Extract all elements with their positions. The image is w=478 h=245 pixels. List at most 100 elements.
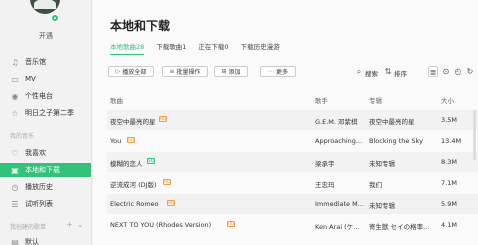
list-view-icon[interactable]: ≣ bbox=[428, 66, 438, 77]
radio-icon: ◉ bbox=[11, 91, 19, 101]
song-artist[interactable]: Ken Arai (ケ... bbox=[315, 221, 359, 231]
nav-item-trial-list[interactable]: ☰ 试听列表 bbox=[0, 197, 91, 211]
song-artist[interactable]: 梁承宇 bbox=[315, 158, 335, 168]
add-label: 添加 bbox=[228, 69, 241, 76]
song-title: 模糊的恋人 bbox=[110, 160, 143, 168]
sort-icon[interactable]: ⇅ bbox=[383, 66, 393, 77]
nav-item-favorites[interactable]: ♡ 我喜欢 bbox=[0, 146, 91, 160]
nav-item-radio[interactable]: ◉ 个性电台 bbox=[0, 89, 91, 103]
folder-icon: ▤ bbox=[11, 237, 19, 245]
song-title: You bbox=[110, 137, 122, 145]
play-all-button[interactable]: ▷ 播放全部 bbox=[108, 66, 154, 77]
song-title: NEXT TO YOU (Rhodes Version) bbox=[110, 221, 212, 229]
target-icon[interactable]: ⊙ bbox=[441, 66, 451, 77]
username[interactable]: 开遇 bbox=[0, 31, 92, 41]
file-size: 7.1M bbox=[441, 179, 457, 187]
tab-local-songs[interactable]: 本地歌曲28 bbox=[110, 41, 145, 55]
file-size: 3.5M bbox=[441, 116, 457, 124]
star-icon: ☆ bbox=[11, 108, 19, 118]
music-hall-icon: ♫ bbox=[11, 57, 19, 67]
quality-badge-icon: HQ bbox=[163, 179, 171, 185]
song-artist[interactable]: 王忠玛 bbox=[315, 179, 335, 189]
nav-item-label: 默认 bbox=[25, 238, 39, 245]
nav-item-label: 播放历史 bbox=[25, 183, 53, 191]
plus-icon: ⊞ bbox=[221, 68, 227, 75]
section-label-created: 我创建的歌单 bbox=[10, 224, 47, 231]
song-artist[interactable]: Approaching... bbox=[315, 137, 362, 145]
nav-item-label: MV bbox=[25, 75, 36, 83]
quality-badge-icon: HQ bbox=[227, 221, 235, 227]
scrollbar[interactable] bbox=[473, 110, 476, 160]
quality-badge-icon: SQ bbox=[147, 158, 155, 164]
table-header: 歌曲 歌手 专辑 大小 bbox=[107, 94, 478, 106]
list-icon: ☰ bbox=[11, 199, 19, 209]
heart-icon: ♡ bbox=[11, 148, 19, 158]
main-panel: 本地和下载 本地歌曲28 下载歌曲1 正在下载0 下载历史漫游 ▷ 播放全部 ≡… bbox=[93, 0, 478, 245]
refresh-icon[interactable]: ↻ bbox=[465, 66, 475, 77]
search-icon[interactable]: ⌕ bbox=[354, 66, 364, 77]
sort-label[interactable]: 排序 bbox=[394, 68, 407, 78]
play-icon: ▷ bbox=[115, 68, 121, 75]
batch-label: 批量操作 bbox=[176, 69, 201, 76]
tab-downloaded-songs[interactable]: 下载歌曲1 bbox=[156, 41, 186, 51]
table-row[interactable]: You HQ Approaching... Blocking the Sky 1… bbox=[107, 131, 478, 151]
nav-item-show[interactable]: ☆ 明日之子第二季 bbox=[0, 106, 91, 120]
table-row[interactable]: 模糊的恋人 SQ 梁承宇 未知专辑 8.3M bbox=[107, 152, 478, 172]
download-icon: ▣ bbox=[11, 165, 19, 175]
section-label-my-music: 我的音乐 bbox=[10, 133, 35, 140]
more-icon: ⋯ bbox=[267, 68, 274, 75]
batch-operation-button[interactable]: ≡ 批量操作 bbox=[162, 66, 208, 77]
song-artist[interactable]: G.E.M. 邓紫棋 bbox=[315, 116, 358, 126]
nav-item-label: 音乐馆 bbox=[25, 58, 46, 66]
quality-badge-icon: HQ bbox=[159, 116, 167, 122]
song-album[interactable]: 夜空中最亮的星 bbox=[369, 116, 415, 126]
tab-download-history[interactable]: 下载历史漫游 bbox=[241, 41, 280, 51]
song-album[interactable]: 未知专辑 bbox=[369, 158, 395, 168]
add-playlist-icon[interactable]: + bbox=[66, 220, 73, 229]
quality-badge-icon: HQ bbox=[167, 200, 175, 206]
song-title: Electric Romeo bbox=[110, 200, 159, 208]
song-album[interactable]: Blocking the Sky bbox=[369, 137, 423, 145]
nav-item-label: 本地和下载 bbox=[25, 166, 60, 174]
add-button[interactable]: ⊞ 添加 bbox=[214, 66, 248, 77]
nav-item-label: 个性电台 bbox=[25, 92, 53, 100]
column-header-artist[interactable]: 歌手 bbox=[315, 95, 328, 105]
song-album[interactable]: 寄生獣 セイの格率... bbox=[369, 221, 429, 231]
column-header-song[interactable]: 歌曲 bbox=[110, 95, 123, 105]
nav-item-label: 我喜欢 bbox=[25, 149, 46, 157]
table-row[interactable]: 夜空中最亮的星 HQ G.E.M. 邓紫棋 夜空中最亮的星 3.5M bbox=[107, 110, 478, 130]
column-header-size[interactable]: 大小 bbox=[441, 95, 454, 105]
song-album[interactable]: 我们 bbox=[369, 179, 382, 189]
nav-item-label: 试听列表 bbox=[25, 200, 53, 208]
nav-item-local-download[interactable]: ▣ 本地和下载 bbox=[0, 163, 91, 177]
mv-icon: ▭ bbox=[11, 74, 19, 84]
vip-badge-icon bbox=[51, 14, 59, 22]
play-all-label: 播放全部 bbox=[122, 69, 147, 76]
search-label[interactable]: 搜索 bbox=[365, 68, 378, 78]
more-label: 更多 bbox=[275, 69, 288, 76]
table-row[interactable]: NEXT TO YOU (Rhodes Version) HQ Ken Arai… bbox=[107, 215, 478, 235]
song-title: 夜空中最亮的星 bbox=[110, 118, 156, 126]
table-row[interactable]: Electric Romeo HQ Immediate M... 未知专辑 5.… bbox=[107, 194, 478, 214]
table-row[interactable]: 逆流成河 (DJ版) HQ 王忠玛 我们 7.1M bbox=[107, 173, 478, 193]
avatar[interactable] bbox=[30, 0, 60, 14]
file-size: 8.3M bbox=[441, 158, 457, 166]
song-album[interactable]: 未知专辑 bbox=[369, 200, 395, 210]
more-button[interactable]: ⋯ 更多 bbox=[260, 66, 296, 77]
song-title: 逆流成河 (DJ版) bbox=[110, 181, 157, 189]
nav-item-mv[interactable]: ▭ MV bbox=[0, 72, 91, 86]
batch-icon: ≡ bbox=[169, 68, 175, 75]
song-artist[interactable]: Immediate M... bbox=[315, 200, 364, 208]
nav-item-label: 明日之子第二季 bbox=[25, 109, 74, 117]
nav-item-default-playlist[interactable]: ▤ 默认 bbox=[0, 235, 91, 245]
nav-item-music-hall[interactable]: ♫ 音乐馆 bbox=[0, 55, 91, 69]
file-size: 5.9M bbox=[441, 200, 457, 208]
file-size: 13.4M bbox=[441, 137, 462, 145]
collapse-icon[interactable]: ⌄ bbox=[77, 220, 84, 229]
history-icon: ◷ bbox=[11, 182, 19, 192]
nav-item-history[interactable]: ◷ 播放历史 bbox=[0, 180, 91, 194]
file-size: 4.1M bbox=[441, 221, 457, 229]
tab-downloading[interactable]: 正在下载0 bbox=[198, 41, 228, 51]
clock-icon[interactable]: ◴ bbox=[453, 66, 463, 77]
column-header-album[interactable]: 专辑 bbox=[369, 95, 382, 105]
